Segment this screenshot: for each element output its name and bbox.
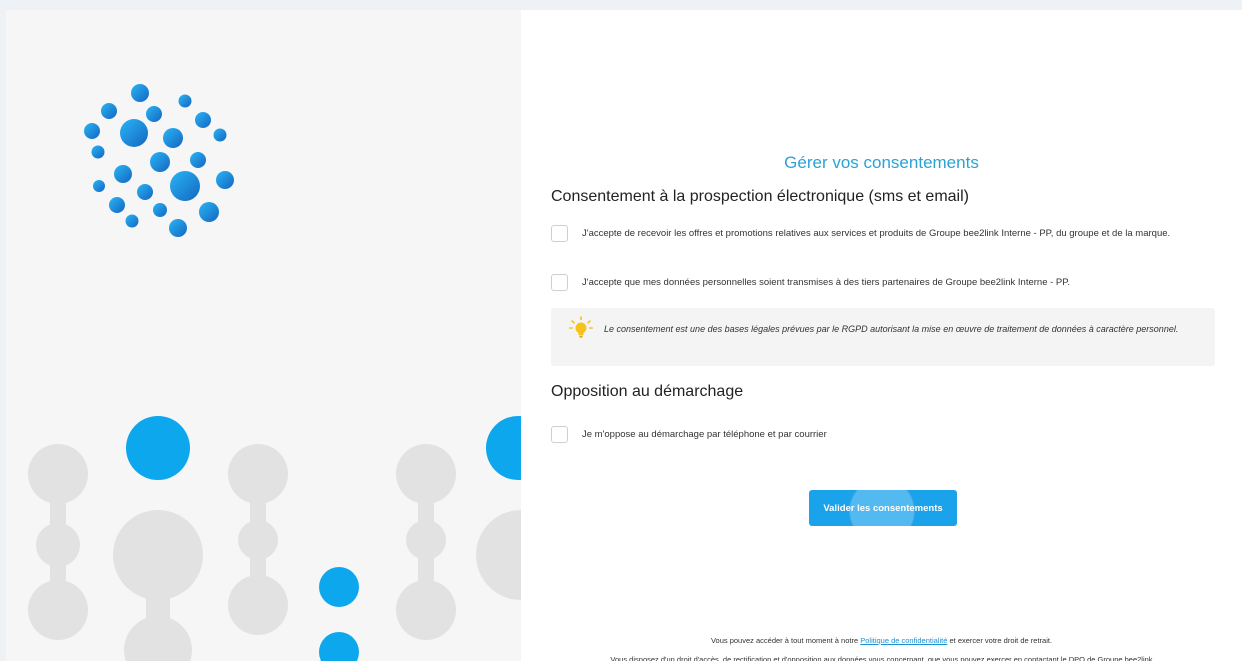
validate-consents-label: Valider les consentements (823, 502, 943, 514)
privacy-policy-link[interactable]: Politique de confidentialité (860, 636, 947, 645)
consent-offers-checkbox[interactable] (551, 225, 568, 242)
footer-text-before: Vous pouvez accéder à tout moment à notr… (710, 636, 859, 645)
left-decorative-panel (6, 10, 521, 661)
footer-line-2: Vous disposez d'un droit d'accès, de rec… (610, 655, 1153, 661)
decorative-shapes (28, 444, 521, 661)
consent-panel: Gérer vos consentements Consentement à l… (521, 10, 1242, 661)
opposition-label: Je m'oppose au démarchage par téléphone … (582, 429, 827, 440)
consent-partners-label: J'accepte que mes données personnelles s… (582, 277, 1071, 288)
consent-partners-checkbox[interactable] (551, 274, 568, 291)
rgpd-info-box: Le consentement est une des bases légale… (551, 308, 1215, 366)
brand-logo (84, 84, 234, 237)
section-title-opposition: Opposition au démarchage (551, 383, 744, 400)
validate-consents-button[interactable]: Valider les consentements (809, 490, 957, 526)
opposition-checkbox[interactable] (551, 426, 568, 443)
page-title: Gérer vos consentements (784, 153, 979, 172)
background-illustration (28, 84, 521, 661)
section-title-electronic: Consentement à la prospection électroniq… (551, 188, 969, 205)
footer-text-after: et exercer votre droit de retrait. (949, 636, 1053, 645)
consent-offers-label: J'accepte de recevoir les offres et prom… (582, 228, 1171, 239)
footer-line-1: Vous pouvez accéder à tout moment à notr… (521, 631, 1242, 650)
rgpd-info-text: Le consentement est une des bases légale… (604, 324, 1179, 334)
lightbulb-icon (569, 316, 593, 338)
footer: Vous pouvez accéder à tout moment à notr… (521, 631, 1242, 661)
